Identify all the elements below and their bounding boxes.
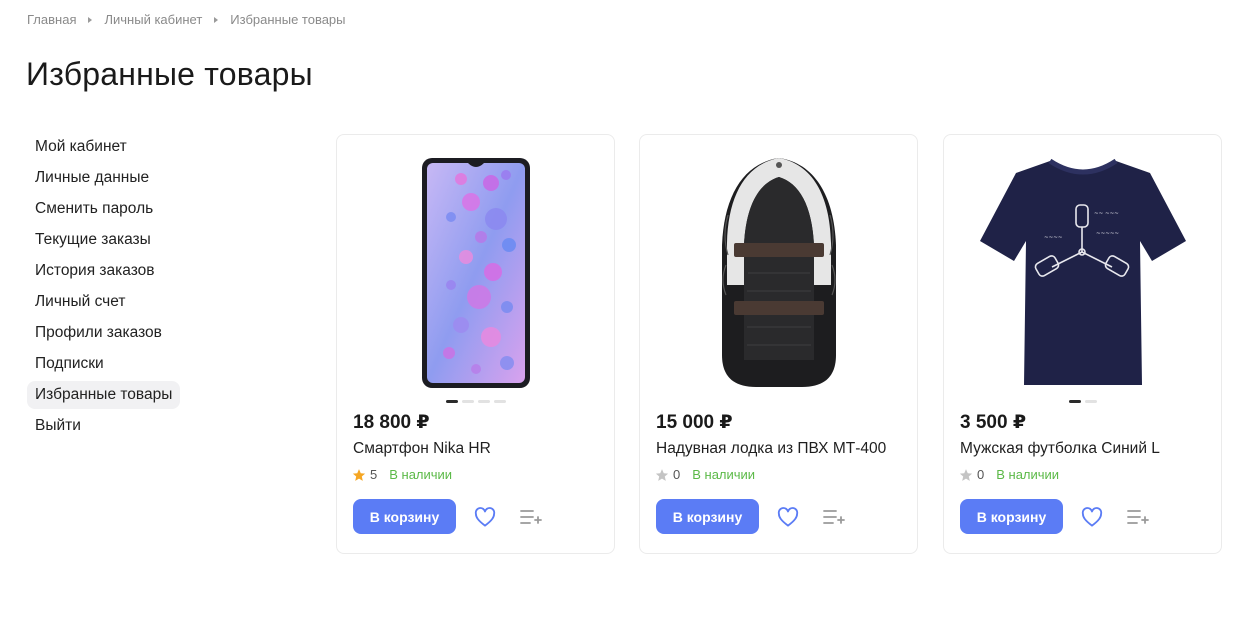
stock-status: В наличии: [996, 467, 1060, 482]
product-meta: 0 В наличии: [655, 467, 755, 482]
stock-status: В наличии: [389, 467, 453, 482]
breadcrumb: Главная Личный кабинет Избранные товары: [27, 12, 346, 27]
product-price: 15 000 ₽: [656, 412, 733, 433]
slider-dot[interactable]: [445, 400, 458, 403]
sidebar-item-favorites[interactable]: Избранные товары: [27, 381, 181, 409]
product-name[interactable]: Надувная лодка из ПВХ МТ-400: [656, 440, 886, 458]
sidebar-item-change-password[interactable]: Сменить пароль: [27, 195, 161, 223]
sidebar-item-order-profiles[interactable]: Профили заказов: [27, 319, 170, 347]
sidebar-item-personal-data[interactable]: Личные данные: [27, 164, 157, 192]
breadcrumb-current: Избранные товары: [230, 12, 346, 27]
account-sidebar: Мой кабинет Личные данные Сменить пароль…: [27, 133, 227, 443]
add-to-cart-button[interactable]: В корзину: [656, 499, 759, 534]
star-icon: [959, 468, 973, 481]
slider-dot[interactable]: [493, 400, 506, 403]
heart-icon[interactable]: [1080, 505, 1104, 529]
slider-dot[interactable]: [1068, 400, 1081, 403]
product-meta: 0 В наличии: [959, 467, 1059, 482]
rating-value: 5: [370, 467, 378, 482]
product-name[interactable]: Мужская футболка Синий L: [960, 440, 1160, 458]
product-name[interactable]: Смартфон Nika HR: [353, 440, 491, 458]
sidebar-item-current-orders[interactable]: Текущие заказы: [27, 226, 159, 254]
breadcrumb-separator-icon: [88, 16, 93, 23]
stock-status: В наличии: [692, 467, 756, 482]
sidebar-item-logout[interactable]: Выйти: [27, 412, 89, 440]
star-icon: [352, 468, 366, 481]
product-image-smartphone[interactable]: [353, 153, 599, 393]
sidebar-item-order-history[interactable]: История заказов: [27, 257, 163, 285]
product-card[interactable]: 15 000 ₽ Надувная лодка из ПВХ МТ-400 0 …: [639, 134, 918, 554]
sidebar-item-subscriptions[interactable]: Подписки: [27, 350, 112, 378]
sidebar-item-personal-account[interactable]: Личный счет: [27, 288, 133, 316]
svg-text:~~~~: ~~~~: [1044, 235, 1063, 241]
slider-dot[interactable]: [1084, 400, 1097, 403]
rating-value: 0: [977, 467, 985, 482]
breadcrumb-separator-icon: [214, 16, 219, 23]
product-price: 3 500 ₽: [960, 412, 1027, 433]
svg-text:~~ ~~~: ~~ ~~~: [1094, 211, 1119, 217]
product-card[interactable]: ~~ ~~~ ~~~~~ ~~~~ 3 500 ₽ Мужская футбол…: [943, 134, 1222, 554]
star-icon: [655, 468, 669, 481]
breadcrumb-home[interactable]: Главная: [27, 12, 76, 27]
rating-value: 0: [673, 467, 681, 482]
heart-icon[interactable]: [776, 505, 800, 529]
page-title: Избранные товары: [26, 56, 313, 92]
add-to-cart-button[interactable]: В корзину: [353, 499, 456, 534]
product-image-t-shirt[interactable]: ~~ ~~~ ~~~~~ ~~~~: [960, 153, 1206, 393]
slider-dot[interactable]: [461, 400, 474, 403]
compare-list-icon[interactable]: [821, 505, 847, 529]
svg-text:~~~~~: ~~~~~: [1096, 231, 1119, 237]
breadcrumb-account[interactable]: Личный кабинет: [104, 12, 202, 27]
compare-list-icon[interactable]: [518, 505, 544, 529]
product-card[interactable]: 18 800 ₽ Смартфон Nika HR 5 В наличии В …: [336, 134, 615, 554]
product-meta: 5 В наличии: [352, 467, 452, 482]
image-slider-dots[interactable]: [944, 400, 1221, 403]
image-slider-dots[interactable]: [337, 400, 614, 403]
product-image-inflatable-boat[interactable]: [656, 153, 902, 393]
product-price: 18 800 ₽: [353, 412, 430, 433]
compare-list-icon[interactable]: [1125, 505, 1151, 529]
add-to-cart-button[interactable]: В корзину: [960, 499, 1063, 534]
sidebar-item-my-account[interactable]: Мой кабинет: [27, 133, 135, 161]
slider-dot[interactable]: [477, 400, 490, 403]
heart-icon[interactable]: [473, 505, 497, 529]
